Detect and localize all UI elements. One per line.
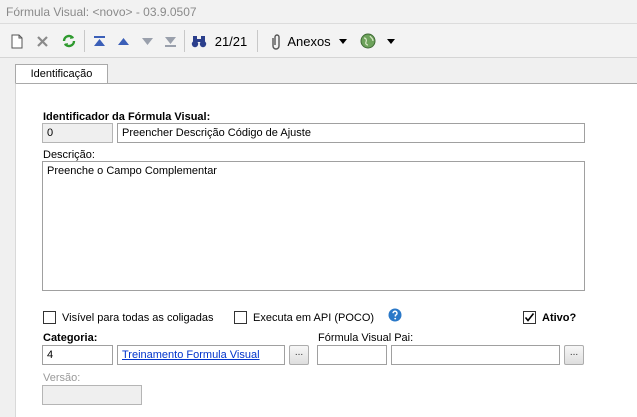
title-bar: Fórmula Visual: <novo> - 03.9.0507 <box>0 0 637 24</box>
window-title: Fórmula Visual: <novo> - 03.9.0507 <box>6 5 197 19</box>
active-label: Ativo? <box>542 312 577 324</box>
identifier-label: Identificador da Fórmula Visual: <box>43 111 211 123</box>
checkmark-icon <box>524 313 535 322</box>
toolbar-separator <box>257 30 258 52</box>
parent-lookup-button[interactable]: ... <box>564 345 584 365</box>
identifier-code-field[interactable]: 0 <box>42 123 113 143</box>
category-name-field[interactable]: Treinamento Formula Visual <box>117 345 285 365</box>
category-label: Categoria: <box>43 332 98 344</box>
attachments-button[interactable]: Anexos <box>287 31 331 51</box>
paperclip-icon[interactable] <box>266 31 286 51</box>
tab-identificacao[interactable]: Identificação <box>15 64 108 85</box>
version-label: Versão: <box>43 372 81 384</box>
description-label: Descrição: <box>43 149 95 161</box>
parent-name-field[interactable] <box>391 345 560 365</box>
toolbar: 21/21 Anexos <box>0 24 637 58</box>
category-lookup-button[interactable]: ... <box>289 345 309 365</box>
parent-code-field[interactable] <box>317 345 387 365</box>
globe-dropdown-icon[interactable] <box>386 31 396 51</box>
visible-all-checkbox[interactable] <box>43 311 56 324</box>
globe-icon[interactable] <box>358 31 378 51</box>
execute-api-label: Executa em API (POCO) <box>253 312 375 324</box>
toolbar-separator <box>84 30 85 52</box>
attachments-dropdown-icon[interactable] <box>338 31 348 51</box>
description-textarea[interactable]: Preenche o Campo Complementar <box>42 161 585 291</box>
active-checkbox[interactable] <box>523 311 536 324</box>
category-code-field[interactable]: 4 <box>42 345 113 365</box>
category-link[interactable]: Treinamento Formula Visual <box>122 349 260 361</box>
visible-all-label: Visível para todas as coligadas <box>62 312 214 324</box>
toolbar-separator <box>184 30 185 52</box>
parent-label: Fórmula Visual Pai: <box>318 332 414 344</box>
delete-icon[interactable] <box>33 31 51 51</box>
identifier-name-field[interactable]: Preencher Descrição Código de Ajuste <box>117 123 585 143</box>
record-counter: 21/21 <box>214 33 248 49</box>
first-record-icon[interactable] <box>90 31 108 51</box>
refresh-icon[interactable] <box>59 31 79 51</box>
next-record-icon[interactable] <box>138 31 156 51</box>
binoculars-icon[interactable] <box>189 31 209 51</box>
version-field <box>42 385 142 405</box>
new-document-icon[interactable] <box>8 31 26 51</box>
previous-record-icon[interactable] <box>114 31 132 51</box>
last-record-icon[interactable] <box>161 31 179 51</box>
help-icon[interactable] <box>388 308 402 322</box>
tab-strip: Identificação <box>0 58 637 85</box>
execute-api-checkbox[interactable] <box>234 311 247 324</box>
